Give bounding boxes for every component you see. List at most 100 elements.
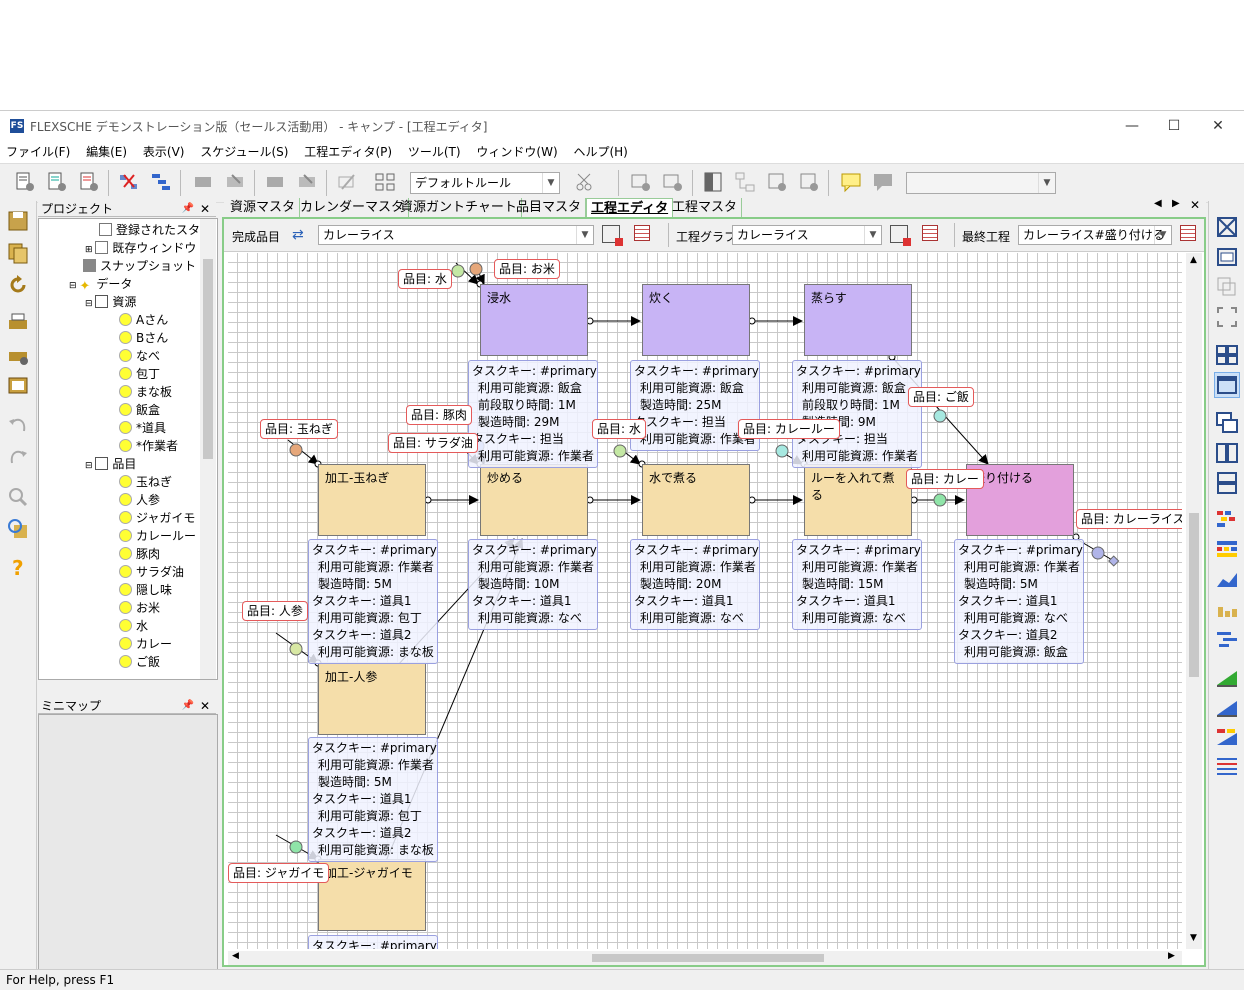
redo-icon[interactable] — [6, 445, 30, 469]
minimap[interactable] — [38, 714, 218, 974]
tree-item-resource[interactable]: 包丁 — [119, 365, 160, 383]
delete-link-icon[interactable] — [118, 171, 140, 193]
grid-layout-icon[interactable] — [374, 171, 396, 193]
tile-vertical-icon[interactable] — [1215, 441, 1239, 465]
scroll-thumb[interactable] — [592, 954, 824, 962]
item-label-potato[interactable]: 品目: ジャガイモ — [228, 863, 330, 883]
tree-item-item[interactable]: カレールー — [119, 527, 196, 545]
tile-horizontal-icon[interactable] — [1215, 471, 1239, 495]
process-carrot[interactable]: 加工-人参 — [318, 663, 426, 735]
chevron-left-icon[interactable]: ◀ — [232, 951, 239, 961]
tree-item-data[interactable]: ⊟ ✦ データ — [69, 275, 132, 293]
process-graph-canvas[interactable]: 浸水 炊く 蒸らす 加工-玉ねぎ 炒める 水で煮る ルーを入れて煮る 盛り付ける… — [228, 253, 1182, 949]
timeline-icon[interactable] — [1215, 627, 1239, 651]
split-view-icon[interactable] — [702, 171, 724, 193]
print-icon[interactable] — [6, 311, 30, 335]
print-preview-icon[interactable] — [6, 375, 30, 399]
close-icon[interactable]: ✕ — [200, 698, 210, 714]
cascade-gray-icon[interactable] — [1215, 275, 1239, 299]
tab-scroll-right-icon[interactable]: ▶ — [1172, 198, 1180, 209]
rule-combo[interactable]: デフォルトルール ▼ — [410, 172, 560, 194]
view-settings2-icon[interactable] — [662, 171, 684, 193]
close-icon[interactable]: ✕ — [200, 201, 210, 217]
open-window-icon[interactable] — [602, 225, 623, 246]
process-soak[interactable]: 浸水 — [480, 284, 588, 356]
area-chart-icon[interactable] — [1215, 567, 1239, 591]
item-label-onion[interactable]: 品目: 玉ねぎ — [260, 419, 338, 439]
process-roux[interactable]: ルーを入れて煮る — [804, 464, 912, 536]
process-steam[interactable]: 蒸らす — [804, 284, 912, 356]
item-label-curry[interactable]: 品目: カレー — [906, 469, 984, 489]
process-boil[interactable]: 水で煮る — [642, 464, 750, 536]
process-graph-combo[interactable]: カレーライス ▼ — [732, 225, 882, 245]
tree-item-snapshot[interactable]: スナップショット — [83, 257, 196, 275]
multi-chart-icon[interactable] — [1215, 725, 1239, 749]
item-label-water2[interactable]: 品目: 水 — [592, 419, 646, 439]
hierarchy-icon[interactable] — [150, 171, 172, 193]
close-window-icon[interactable] — [1215, 215, 1239, 239]
tree-item-resources[interactable]: ⊟ 資源 — [85, 293, 136, 311]
restore-window-icon[interactable] — [1215, 245, 1239, 269]
item-label-water[interactable]: 品目: 水 — [398, 269, 452, 289]
item-label-rice[interactable]: 品目: お米 — [494, 259, 560, 279]
menu-process-editor[interactable]: 工程エディタ(P) — [298, 141, 398, 163]
block-delete-icon[interactable] — [224, 171, 246, 193]
block-icon[interactable] — [192, 171, 214, 193]
menu-tools[interactable]: ツール(T) — [402, 141, 467, 163]
tree-item-item[interactable]: 玉ねぎ — [119, 473, 172, 491]
final-process-combo[interactable]: カレーライス#盛り付ける ▼ — [1018, 225, 1172, 245]
disabled-combo[interactable]: ▼ — [906, 172, 1056, 194]
block2-icon[interactable] — [264, 171, 286, 193]
item-label-curry-rice[interactable]: 品目: カレーライス — [1076, 509, 1182, 529]
tab-close-icon[interactable]: ✕ — [1190, 198, 1200, 212]
tab-process-editor[interactable]: 工程エディタ — [586, 198, 674, 218]
refresh-icon[interactable] — [6, 273, 30, 297]
open-window-icon[interactable] — [890, 225, 911, 246]
tree-item-item[interactable]: 人参 — [119, 491, 160, 509]
report-icon[interactable] — [766, 171, 788, 193]
tree-item-item[interactable]: サラダ油 — [119, 563, 184, 581]
tree-item-resource[interactable]: 飯盒 — [119, 401, 160, 419]
tree-item-resource[interactable]: *道具 — [119, 419, 166, 437]
tree-item-resource[interactable]: Bさん — [119, 329, 168, 347]
stacked-green-icon[interactable] — [1215, 665, 1239, 689]
comment-gray-icon[interactable] — [872, 171, 894, 193]
tab-resource-master[interactable]: 資源マスタ — [226, 198, 301, 217]
window-active-icon[interactable] — [1214, 372, 1240, 398]
tree-item-resource[interactable]: Aさん — [119, 311, 168, 329]
fullscreen-icon[interactable] — [1215, 305, 1239, 329]
scroll-thumb[interactable] — [1189, 513, 1199, 677]
find-doc-icon[interactable] — [6, 517, 30, 541]
process-onion[interactable]: 加工-玉ねぎ — [318, 464, 426, 536]
print-settings-icon[interactable] — [6, 343, 30, 367]
item-label-roux[interactable]: 品目: カレールー — [738, 419, 840, 439]
table-icon[interactable] — [1180, 225, 1196, 241]
menu-file[interactable]: ファイル(F) — [0, 141, 76, 163]
finished-item-combo[interactable]: カレーライス ▼ — [318, 225, 594, 245]
undo-icon[interactable] — [6, 413, 30, 437]
table-icon[interactable] — [634, 225, 650, 241]
stacked-blue-icon[interactable] — [1215, 695, 1239, 719]
tree-item-windows[interactable]: ⊞ 既存ウィンドウ — [85, 239, 196, 257]
item-label-gohan[interactable]: 品目: ご飯 — [908, 387, 974, 407]
tree-item-item[interactable]: ジャガイモ — [119, 509, 195, 527]
tree-view-icon[interactable] — [734, 171, 756, 193]
tree-item-resource[interactable]: *作業者 — [119, 437, 178, 455]
scroll-thumb[interactable] — [203, 259, 213, 459]
menu-help[interactable]: ヘルプ(H) — [567, 141, 633, 163]
list-chart-icon[interactable] — [1215, 755, 1239, 779]
menu-window[interactable]: ウィンドウ(W) — [470, 141, 563, 163]
tree-item-resource[interactable]: なべ — [119, 347, 160, 365]
process-potato[interactable]: 加工-ジャガイモ — [318, 859, 426, 931]
tree-item-item[interactable]: ご飯 — [119, 653, 160, 671]
table-icon[interactable] — [922, 225, 938, 241]
item-label-pork[interactable]: 品目: 豚肉 — [406, 405, 472, 425]
pin-icon[interactable]: 📌 — [182, 201, 194, 217]
menu-edit[interactable]: 編集(E) — [80, 141, 133, 163]
chevron-right-icon[interactable]: ▶ — [1168, 951, 1175, 961]
tab-item-master[interactable]: 品目マスタ — [512, 198, 587, 217]
cut-icon[interactable] — [336, 171, 358, 193]
tree-item-item[interactable]: お米 — [119, 599, 160, 617]
tree-item-styles[interactable]: 登録されたスタイ — [99, 221, 212, 239]
gantt-color-icon[interactable] — [1215, 507, 1239, 531]
